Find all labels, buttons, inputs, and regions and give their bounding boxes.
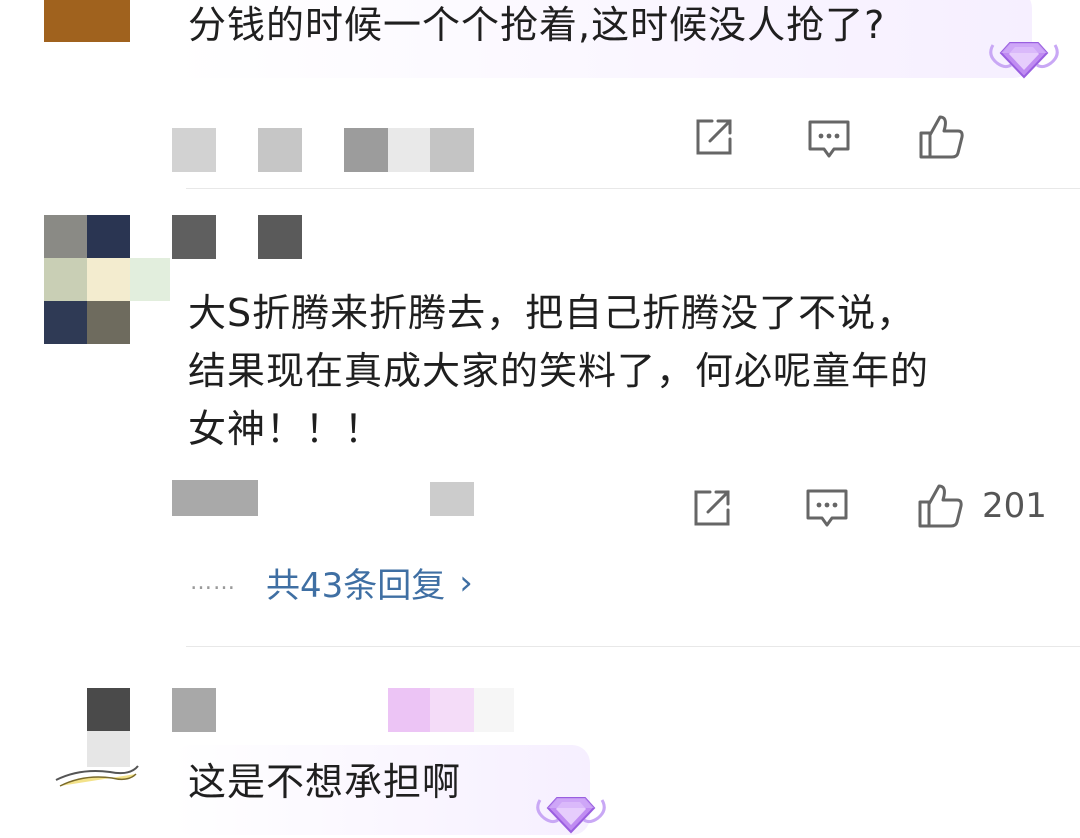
dots: …… <box>190 570 236 595</box>
username-mosaic <box>172 128 216 172</box>
divider <box>186 188 1080 189</box>
comment-text: 这是不想承担啊 <box>188 760 462 804</box>
chevron-right-icon: › <box>459 562 473 603</box>
view-replies-link[interactable]: …… 共43条回复 › <box>190 558 473 607</box>
comment-text-line-2: 结果现在真成大家的笑料了，何必呢童年的 <box>188 349 930 393</box>
share-icon <box>696 119 732 155</box>
divider <box>186 646 1080 647</box>
avatar-sketch-icon <box>55 765 139 787</box>
replies-count-label: 共43条回复 <box>266 566 446 606</box>
reply-button[interactable] <box>804 486 850 530</box>
diamond-badge-icon <box>536 797 606 834</box>
like-button[interactable] <box>917 113 983 161</box>
username-mosaic <box>172 215 216 259</box>
comment-text-line-1: 大S折腾来折腾去，把自己折腾没了不说， <box>188 291 916 335</box>
username-mosaic <box>172 688 216 732</box>
comment-text-line-3: 女神！！！ <box>188 407 384 451</box>
avatar[interactable] <box>44 0 130 42</box>
like-count: 201 <box>982 486 1047 526</box>
thumbs-up-icon <box>918 484 963 528</box>
share-button[interactable] <box>690 486 734 530</box>
thumbs-up-icon <box>919 115 964 159</box>
comment-icon <box>806 489 848 527</box>
time-mosaic <box>172 480 258 516</box>
diamond-badge-icon <box>989 42 1059 79</box>
share-icon <box>694 490 730 526</box>
share-button[interactable] <box>692 115 736 159</box>
comment-icon <box>808 120 850 158</box>
comment-text: 分钱的时候一个个抢着,这时候没人抢了? <box>188 3 886 47</box>
reply-button[interactable] <box>806 117 852 161</box>
like-button[interactable]: 201 <box>916 482 1047 530</box>
